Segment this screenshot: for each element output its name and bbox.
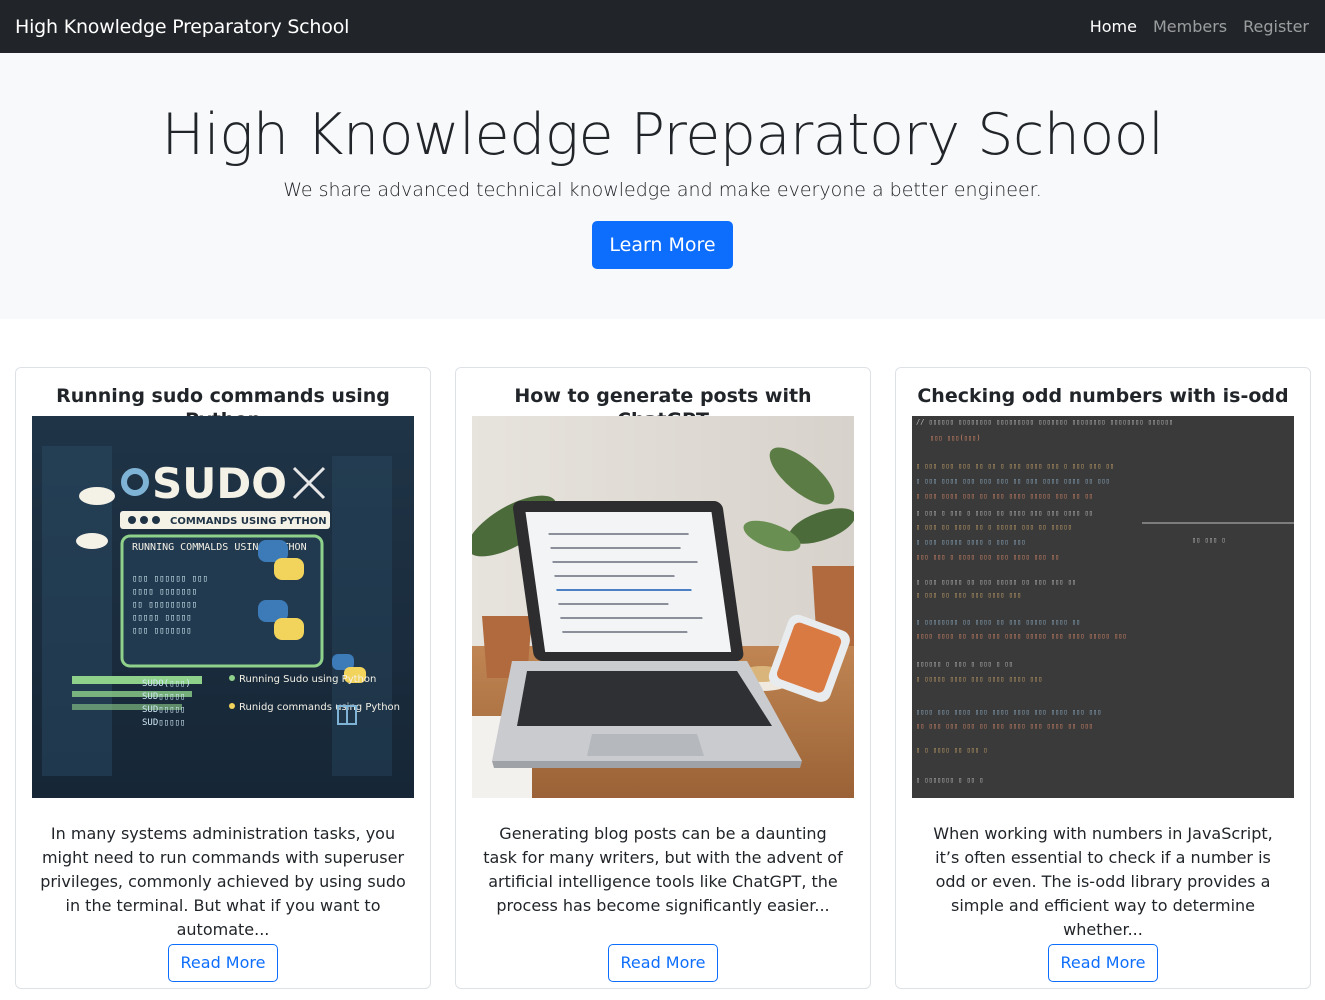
hero-subtitle: We share advanced technical knowledge an… [283, 179, 1042, 201]
svg-text:▯ ▯▯▯ ▯▯ ▯▯▯ ▯▯▯ ▯▯▯▯ ▯▯▯: ▯ ▯▯▯ ▯▯ ▯▯▯ ▯▯▯ ▯▯▯▯ ▯▯▯ [916, 591, 1021, 599]
post-title: Running sudo commands using Python [56, 385, 390, 431]
read-more-button[interactable]: Read More [1047, 944, 1159, 982]
svg-text:▯▯▯ ▯▯▯(▯▯▯): ▯▯▯ ▯▯▯(▯▯▯) [930, 434, 981, 442]
svg-text:▯▯▯▯ ▯▯▯ ▯▯▯▯ ▯▯▯ ▯▯▯▯ ▯▯▯▯ ▯▯: ▯▯▯▯ ▯▯▯ ▯▯▯▯ ▯▯▯ ▯▯▯▯ ▯▯▯▯ ▯▯▯ ▯▯▯▯ ▯▯▯… [916, 708, 1101, 716]
svg-text:▯▯▯ ▯▯▯▯▯▯ ▯▯▯: ▯▯▯ ▯▯▯▯▯▯ ▯▯▯ [132, 574, 208, 584]
svg-text:▯ ▯▯▯ ▯▯▯ ▯▯▯ ▯▯ ▯▯ ▯ ▯▯▯ ▯▯▯▯: ▯ ▯▯▯ ▯▯▯ ▯▯▯ ▯▯ ▯▯ ▯ ▯▯▯ ▯▯▯▯ ▯▯▯ ▯ ▯▯▯… [916, 462, 1114, 470]
post-image-sudo-illustration: SUDO COMMANDS USING PYTHON RUNNING COMMA… [32, 416, 414, 798]
svg-text:SUD▯▯▯▯▯: SUD▯▯▯▯▯ [142, 718, 185, 728]
svg-text:▯▯▯ ▯▯▯▯▯▯▯: ▯▯▯ ▯▯▯▯▯▯▯ [132, 626, 192, 636]
banner-text: COMMANDS USING PYTHON [170, 516, 327, 527]
svg-text:▯▯▯▯ ▯▯▯▯▯▯▯: ▯▯▯▯ ▯▯▯▯▯▯▯ [132, 587, 197, 597]
hero-title: High Knowledge Preparatory School [161, 102, 1164, 168]
nav-link-home[interactable]: Home [1074, 17, 1137, 36]
svg-text:▯▯▯▯▯▯ ▯ ▯▯▯ ▯ ▯▯▯ ▯ ▯▯: ▯▯▯▯▯▯ ▯ ▯▯▯ ▯ ▯▯▯ ▯ ▯▯ [916, 660, 1013, 668]
post-card: Running sudo commands using Python SUDO [15, 367, 431, 989]
nav-link-register[interactable]: Register [1227, 17, 1309, 36]
learn-more-button[interactable]: Learn More [592, 221, 733, 269]
top-navbar: High Knowledge Preparatory School Home M… [0, 0, 1325, 53]
post-excerpt: Generating blog posts can be a daunting … [483, 824, 843, 915]
svg-text:▯ ▯ ▯▯▯▯ ▯▯ ▯▯▯ ▯: ▯ ▯ ▯▯▯▯ ▯▯ ▯▯▯ ▯ [916, 746, 988, 754]
brand-link[interactable]: High Knowledge Preparatory School [15, 16, 349, 38]
sudo-logo-text: SUDO [152, 459, 287, 508]
svg-text:▯ ▯▯▯ ▯▯ ▯▯▯▯ ▯▯ ▯ ▯▯▯▯▯ ▯▯▯ ▯: ▯ ▯▯▯ ▯▯ ▯▯▯▯ ▯▯ ▯ ▯▯▯▯▯ ▯▯▯ ▯▯ ▯▯▯▯▯ [916, 523, 1072, 531]
post-cards: Running sudo commands using Python SUDO [0, 319, 1325, 989]
svg-text:▯▯ ▯▯▯ ▯▯▯ ▯▯▯ ▯▯ ▯▯▯ ▯▯▯▯ ▯▯▯: ▯▯ ▯▯▯ ▯▯▯ ▯▯▯ ▯▯ ▯▯▯ ▯▯▯▯ ▯▯▯ ▯▯▯▯ ▯▯ ▯… [916, 722, 1093, 730]
post-image-code-photo: // ▯▯▯▯▯▯ ▯▯▯▯▯▯▯▯ ▯▯▯▯▯▯▯▯▯ ▯▯▯▯▯▯▯ ▯▯▯… [912, 416, 1294, 798]
svg-text:SUD▯▯▯▯▯: SUD▯▯▯▯▯ [142, 705, 185, 715]
svg-text:▯ ▯▯▯ ▯▯▯▯▯ ▯▯▯▯ ▯ ▯▯▯ ▯▯▯: ▯ ▯▯▯ ▯▯▯▯▯ ▯▯▯▯ ▯ ▯▯▯ ▯▯▯ [916, 538, 1026, 546]
svg-text:▯ ▯▯▯ ▯▯▯▯▯ ▯▯ ▯▯▯ ▯▯▯▯▯ ▯▯ ▯▯: ▯ ▯▯▯ ▯▯▯▯▯ ▯▯ ▯▯▯ ▯▯▯▯▯ ▯▯ ▯▯▯ ▯▯▯ ▯▯ [916, 578, 1076, 586]
post-excerpt: In many systems administration tasks, yo… [40, 824, 406, 939]
svg-text:▯ ▯▯▯▯▯▯▯ ▯ ▯▯ ▯: ▯ ▯▯▯▯▯▯▯ ▯ ▯▯ ▯ [916, 776, 983, 784]
svg-text:▯▯ ▯▯▯ ▯: ▯▯ ▯▯▯ ▯ [1192, 536, 1226, 544]
read-more-button[interactable]: Read More [607, 944, 719, 982]
read-more-button[interactable]: Read More [167, 944, 279, 982]
post-title: Checking odd numbers with is-odd [917, 385, 1289, 407]
svg-text:▯▯▯▯▯ ▯▯▯▯▯: ▯▯▯▯▯ ▯▯▯▯▯ [132, 613, 192, 623]
post-title: How to generate posts with ChatGPT [514, 385, 812, 431]
hero-section: High Knowledge Preparatory School We sha… [0, 53, 1325, 319]
svg-text:SUD▯▯▯▯▯: SUD▯▯▯▯▯ [142, 692, 185, 702]
svg-text:// ▯▯▯▯▯▯ ▯▯▯▯▯▯▯▯ ▯▯▯▯▯▯▯▯▯ ▯: // ▯▯▯▯▯▯ ▯▯▯▯▯▯▯▯ ▯▯▯▯▯▯▯▯▯ ▯▯▯▯▯▯▯ ▯▯▯… [916, 418, 1173, 426]
post-card: Checking odd numbers with is-odd // ▯▯▯▯… [895, 367, 1311, 989]
svg-text:▯ ▯▯▯ ▯▯▯▯ ▯▯▯ ▯▯ ▯▯▯ ▯▯▯▯ ▯▯▯: ▯ ▯▯▯ ▯▯▯▯ ▯▯▯ ▯▯ ▯▯▯ ▯▯▯▯ ▯▯▯▯▯ ▯▯▯ ▯▯ … [916, 492, 1093, 500]
svg-text:▯ ▯▯▯ ▯ ▯▯▯ ▯ ▯▯▯▯ ▯▯ ▯▯▯▯ ▯▯▯: ▯ ▯▯▯ ▯ ▯▯▯ ▯ ▯▯▯▯ ▯▯ ▯▯▯▯ ▯▯▯ ▯▯▯ ▯▯▯▯ … [916, 509, 1093, 517]
svg-text:▯ ▯▯▯ ▯▯▯▯ ▯▯▯ ▯▯▯ ▯▯▯ ▯▯ ▯▯▯: ▯ ▯▯▯ ▯▯▯▯ ▯▯▯ ▯▯▯ ▯▯▯ ▯▯ ▯▯▯ ▯▯▯▯ ▯▯▯▯ … [916, 477, 1110, 485]
nav-links: Home Members Register [1074, 17, 1309, 36]
nav-link-members[interactable]: Members [1137, 17, 1227, 36]
post-excerpt: When working with numbers in JavaScript,… [933, 824, 1273, 939]
svg-text:▯ ▯▯▯▯▯▯▯▯ ▯▯ ▯▯▯▯ ▯▯ ▯▯▯ ▯▯▯▯: ▯ ▯▯▯▯▯▯▯▯ ▯▯ ▯▯▯▯ ▯▯ ▯▯▯ ▯▯▯▯▯ ▯▯▯▯ ▯▯ [916, 618, 1080, 626]
post-card: How to generate posts with ChatGPT [455, 367, 871, 989]
svg-text:▯▯ ▯▯▯▯▯▯▯▯▯: ▯▯ ▯▯▯▯▯▯▯▯▯ [132, 600, 197, 610]
svg-text:▯▯▯▯ ▯▯▯▯ ▯▯ ▯▯▯ ▯▯▯ ▯▯▯▯ ▯▯▯▯: ▯▯▯▯ ▯▯▯▯ ▯▯ ▯▯▯ ▯▯▯ ▯▯▯▯ ▯▯▯▯▯ ▯▯▯ ▯▯▯▯… [916, 632, 1127, 640]
svg-text:▯ ▯▯▯▯▯ ▯▯▯▯ ▯▯▯ ▯▯▯▯ ▯▯▯▯ ▯▯▯: ▯ ▯▯▯▯▯ ▯▯▯▯ ▯▯▯ ▯▯▯▯ ▯▯▯▯ ▯▯▯ [916, 675, 1042, 683]
illustration-item-1: Running Sudo using Python [239, 674, 376, 685]
svg-text:▯▯▯ ▯▯▯ ▯ ▯▯▯▯ ▯▯▯ ▯▯▯ ▯▯▯▯ ▯▯: ▯▯▯ ▯▯▯ ▯ ▯▯▯▯ ▯▯▯ ▯▯▯ ▯▯▯▯ ▯▯▯ ▯▯ [916, 553, 1059, 561]
svg-text:SUDO(▯▯▯): SUDO(▯▯▯) [142, 679, 191, 689]
illustration-item-2: Runidg commands using Python [239, 702, 400, 713]
post-image-laptop-photo [472, 416, 854, 798]
